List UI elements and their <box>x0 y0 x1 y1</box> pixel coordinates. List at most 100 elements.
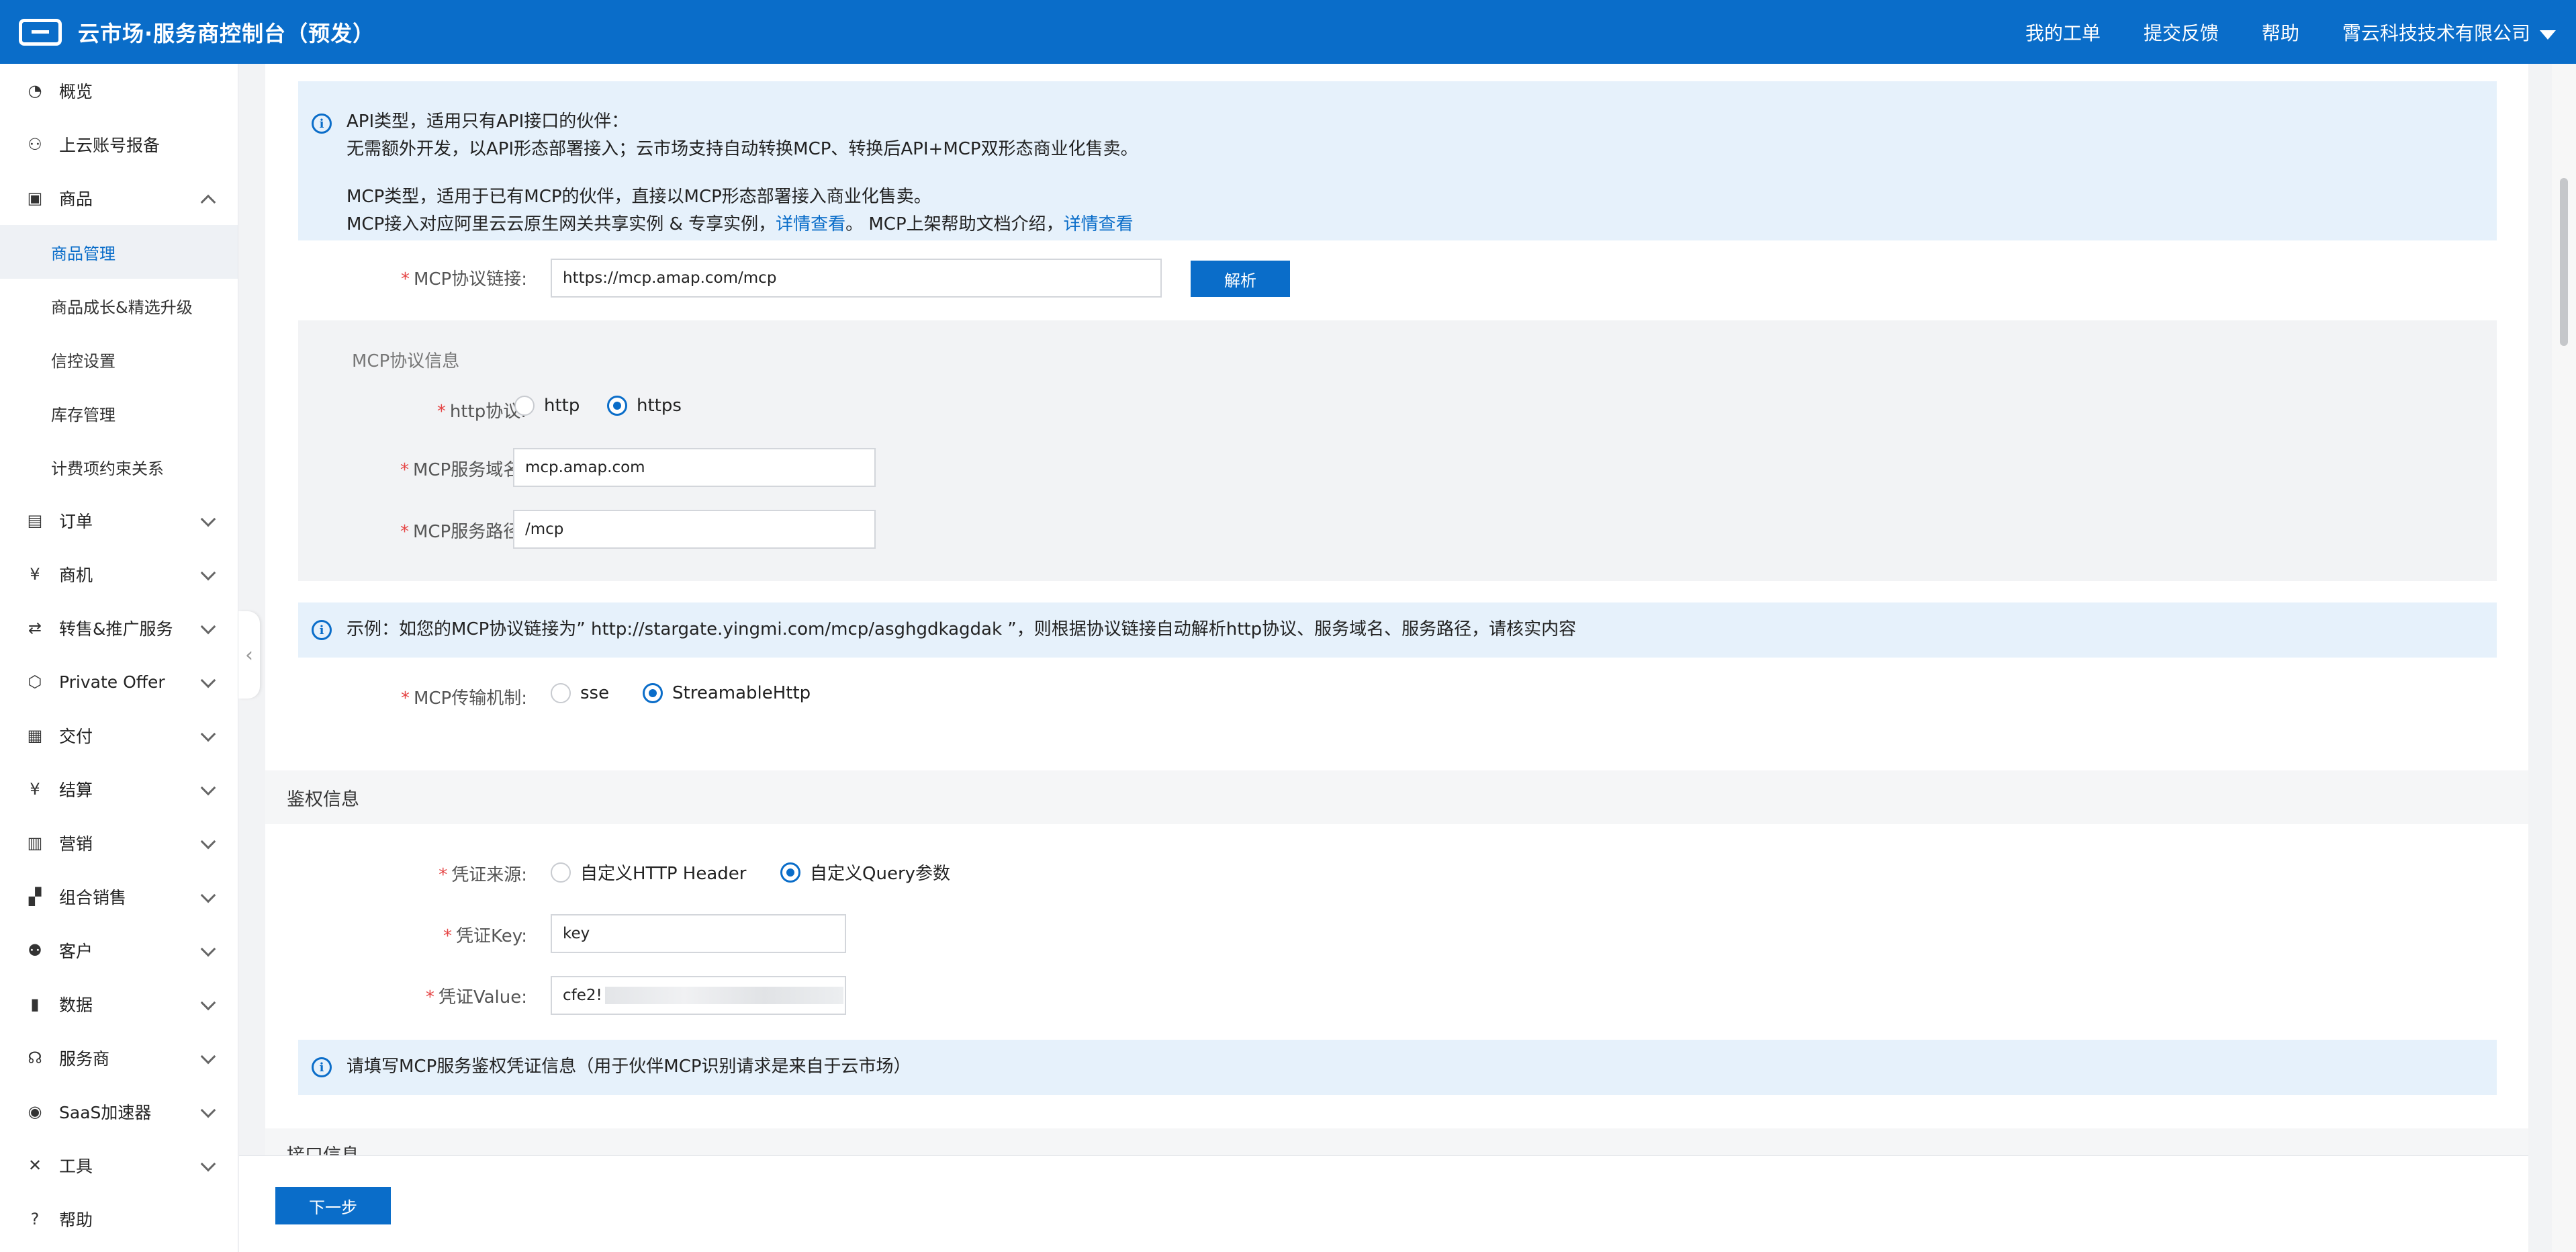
sidebar-item-20[interactable]: ✕ 工具 <box>0 1138 238 1192</box>
chevron-down-icon <box>200 726 216 742</box>
cloud-logo-icon <box>19 18 62 46</box>
example-notice-text: 示例：如您的MCP协议链接为” http://stargate.yingmi.c… <box>347 619 1577 639</box>
credential-source-label: * 凭证来源: <box>439 865 527 885</box>
app-title: 云市场·服务商控制台（预发） <box>78 20 375 46</box>
radio-http[interactable]: http <box>514 396 580 416</box>
sidebar-item-label: 营销 <box>59 834 93 854</box>
credential-key-label: * 凭证Key: <box>443 926 527 946</box>
delivery-icon: ▦ <box>27 726 43 745</box>
top-bar: 云市场·服务商控制台（预发） 我的工单 提交反馈 帮助 霄云科技技术有限公司 <box>0 0 2576 64</box>
sidebar-item-15[interactable]: ▞ 组合销售 <box>0 870 238 924</box>
headset-icon: ☊ <box>28 1048 42 1067</box>
radio-https[interactable]: https <box>607 396 682 416</box>
notice-line-api-type: API类型，适用只有API接口的伙伴： <box>347 111 629 132</box>
radio-streamablehttp[interactable]: StreamableHttp <box>643 683 811 703</box>
sidebar-item-label: 转售&推广服务 <box>59 619 173 639</box>
pie-chart-icon: ◔ <box>28 81 42 100</box>
next-step-button[interactable]: 下一步 <box>275 1187 391 1224</box>
details-link-docs[interactable]: 详情查看 <box>1064 214 1134 234</box>
opportunity-icon: ¥ <box>30 565 40 584</box>
chevron-down-icon <box>200 834 216 850</box>
chevron-down-icon <box>200 565 216 581</box>
auth-notice-text: 请填写MCP服务鉴权凭证信息（用于伙伴MCP识别请求是来自于云市场） <box>347 1057 911 1077</box>
credential-value-input[interactable]: cfe2! <box>551 976 846 1015</box>
sidebar-item-label: 商机 <box>59 566 93 585</box>
caret-down-icon <box>2540 30 2556 40</box>
chevron-down-icon <box>200 1048 216 1065</box>
sidebar-item-label: 交付 <box>59 727 93 746</box>
sidebar-item-18[interactable]: ☊ 服务商 <box>0 1031 238 1085</box>
transport-label: * MCP传输机制: <box>400 688 527 709</box>
details-link-gateway[interactable]: 详情查看 <box>776 214 845 234</box>
example-notice: i 示例：如您的MCP协议链接为” http://stargate.yingmi… <box>298 602 2497 658</box>
nav-feedback[interactable]: 提交反馈 <box>2144 19 2219 46</box>
credential-value-text: cfe2! <box>563 987 602 1004</box>
sidebar-item-label: 概览 <box>59 82 93 101</box>
sidebar-item-label: 客户 <box>59 942 93 961</box>
sidebar-item-9[interactable]: ¥ 商机 <box>0 547 238 601</box>
info-icon: i <box>312 1057 332 1077</box>
parse-button[interactable]: 解析 <box>1191 261 1290 297</box>
sidebar-subitem-3[interactable]: 商品管理 <box>0 225 238 279</box>
radio-query-param[interactable]: 自定义Query参数 <box>780 860 950 885</box>
credential-key-input[interactable]: key <box>551 914 846 953</box>
radio-http-header[interactable]: 自定义HTTP Header <box>551 860 746 885</box>
chevron-down-icon <box>200 672 216 688</box>
account-menu[interactable]: 霄云科技技术有限公司 <box>2342 19 2556 46</box>
chevron-down-icon <box>200 995 216 1011</box>
chevron-down-icon <box>200 1156 216 1172</box>
nav-help[interactable]: 帮助 <box>2262 19 2299 46</box>
page-scrollbar[interactable] <box>2552 64 2576 1252</box>
sidebar-subitem-4[interactable]: 商品成长&精选升级 <box>0 279 238 332</box>
type-info-notice: i API类型，适用只有API接口的伙伴： 无需额外开发，以API形态部署接入；… <box>298 81 2497 240</box>
nav-my-tickets[interactable]: 我的工单 <box>2025 19 2101 46</box>
sidebar-subitem-label: 计费项约束关系 <box>51 459 164 478</box>
cube-icon: ⬡ <box>28 672 42 691</box>
mcp-link-input[interactable]: https://mcp.amap.com/mcp <box>551 259 1162 298</box>
footer-bar: 下一步 <box>239 1155 2528 1252</box>
sidebar-item-label: 上云账号报备 <box>59 136 160 155</box>
sidebar-subitem-6[interactable]: 库存管理 <box>0 386 238 440</box>
sidebar-subitem-5[interactable]: 信控设置 <box>0 332 238 386</box>
interface-section-header: 接口信息 <box>265 1128 2528 1155</box>
sidebar-item-label: 组合销售 <box>59 888 127 907</box>
auth-notice: i 请填写MCP服务鉴权凭证信息（用于伙伴MCP识别请求是来自于云市场） <box>298 1040 2497 1095</box>
sidebar-item-13[interactable]: ¥ 结算 <box>0 762 238 816</box>
customers-icon: ⚉ <box>28 941 42 960</box>
radio-circle-selected <box>780 862 800 883</box>
http-protocol-label: * http协议: <box>436 402 526 422</box>
domain-input[interactable]: mcp.amap.com <box>513 448 876 487</box>
sidebar-item-label: Private Offer <box>59 672 165 692</box>
scrollbar-thumb[interactable] <box>2560 178 2568 346</box>
sidebar-collapse-handle[interactable]: ‹ <box>238 611 260 699</box>
radio-sse[interactable]: sse <box>551 683 609 703</box>
sidebar-item-label: 帮助 <box>59 1210 93 1230</box>
chevron-left-icon: ‹ <box>245 643 253 667</box>
sidebar-item-label: SaaS加速器 <box>59 1103 152 1122</box>
sidebar-item-0[interactable]: ◔ 概览 <box>0 64 238 118</box>
path-label: * MCP服务路径: <box>400 522 526 542</box>
sidebar-item-12[interactable]: ▦ 交付 <box>0 709 238 762</box>
sidebar-item-1[interactable]: ⚇ 上云账号报备 <box>0 118 238 171</box>
radio-circle <box>551 862 571 883</box>
sidebar-item-14[interactable]: ▥ 营销 <box>0 816 238 870</box>
sidebar-item-10[interactable]: ⇄ 转售&推广服务 <box>0 601 238 655</box>
sidebar-item-8[interactable]: ▤ 订单 <box>0 494 238 547</box>
sidebar-item-16[interactable]: ⚉ 客户 <box>0 924 238 977</box>
sidebar-item-17[interactable]: ▮ 数据 <box>0 977 238 1031</box>
info-icon: i <box>312 114 332 134</box>
account-name: 霄云科技技术有限公司 <box>2342 21 2530 44</box>
brand[interactable]: 云市场·服务商控制台（预发） <box>19 17 375 48</box>
mcp-protocol-panel: MCP协议信息 * http协议: http https * MCP服务域名: mc… <box>298 320 2497 581</box>
help-icon: ? <box>30 1210 40 1228</box>
sidebar-item-21[interactable]: ? 帮助 <box>0 1192 238 1246</box>
sidebar-subitem-7[interactable]: 计费项约束关系 <box>0 440 238 494</box>
path-input[interactable]: /mcp <box>513 510 876 549</box>
sidebar-item-19[interactable]: ◉ SaaS加速器 <box>0 1085 238 1138</box>
sidebar-item-2[interactable]: ▣ 商品 <box>0 171 238 225</box>
radio-circle <box>514 396 535 416</box>
sidebar-subitem-label: 信控设置 <box>51 351 116 371</box>
sidebar-subitem-label: 商品成长&精选升级 <box>51 298 193 317</box>
chevron-down-icon <box>200 1102 216 1118</box>
sidebar-item-11[interactable]: ⬡ Private Offer <box>0 655 238 709</box>
